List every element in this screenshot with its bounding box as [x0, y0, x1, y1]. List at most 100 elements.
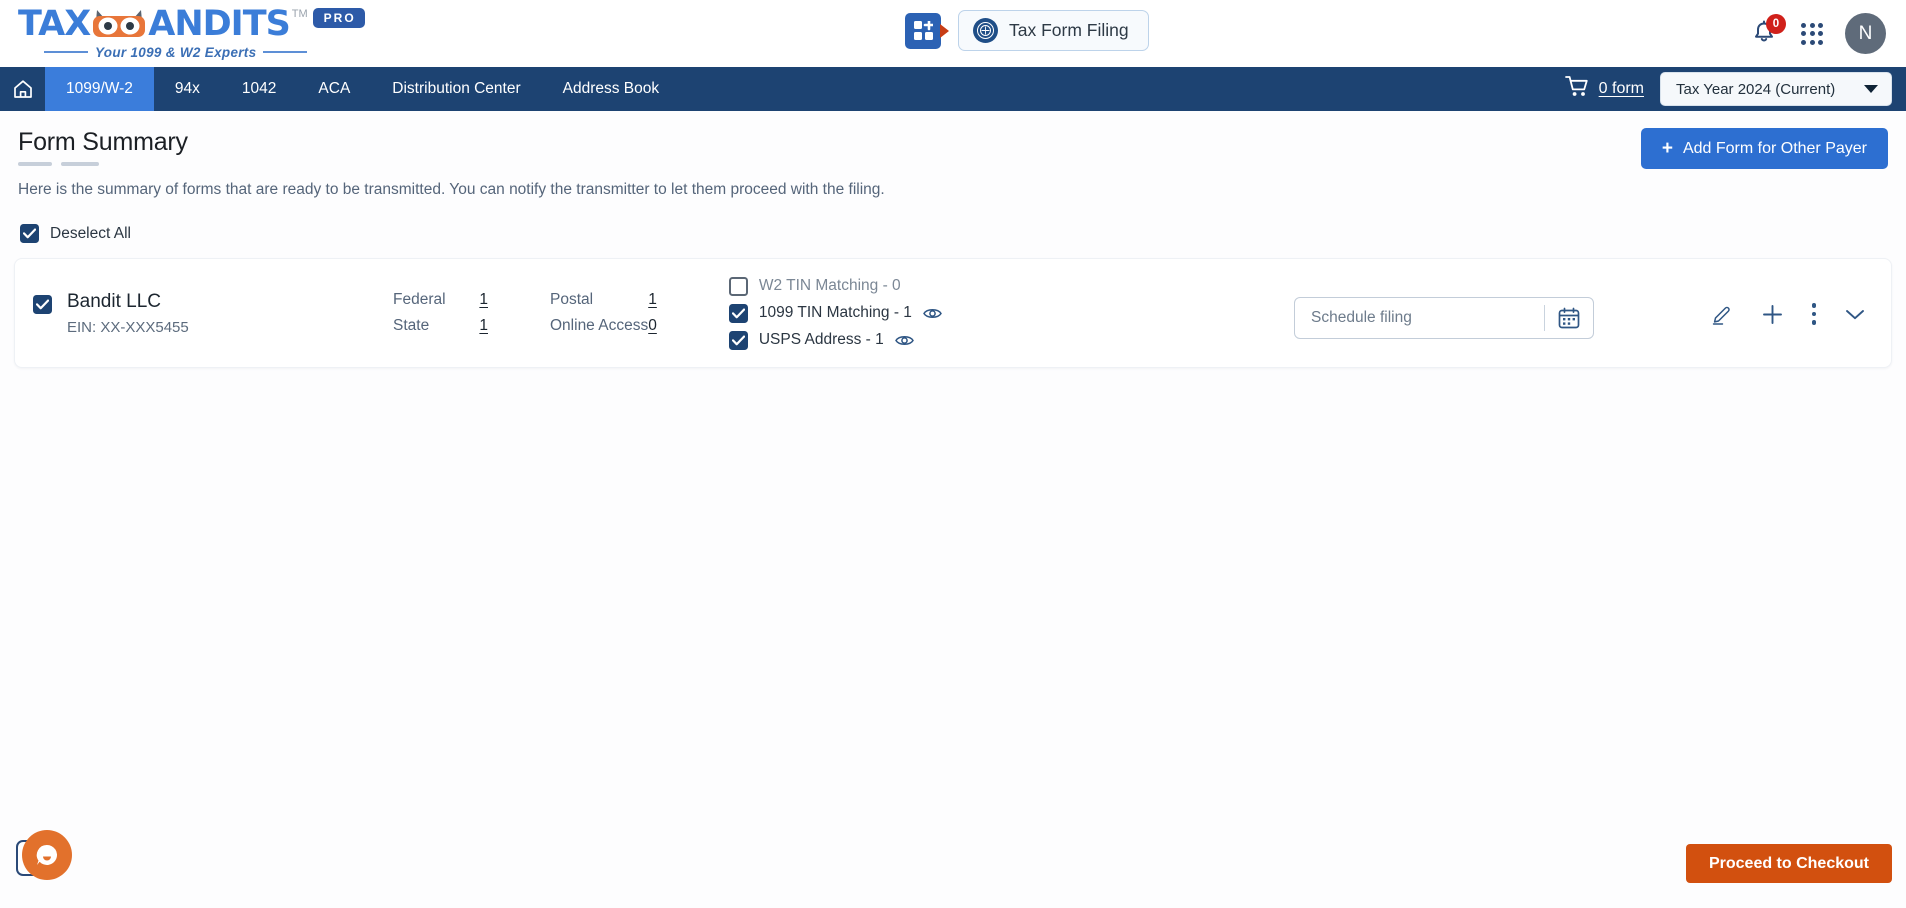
apps-grid-icon[interactable]: [1801, 22, 1823, 45]
notification-count-badge: 0: [1766, 13, 1786, 34]
tagline-rule-left: [44, 51, 88, 53]
pro-badge: PRO: [312, 7, 365, 28]
apps-dot: [1809, 39, 1815, 45]
nav-item-label: 94x: [174, 80, 200, 97]
chat-widget[interactable]: [14, 830, 72, 886]
nav-right-cluster: 0 form Tax Year 2024 (Current): [1564, 67, 1892, 111]
apps-dot: [1818, 22, 1823, 28]
match-row-usps-address[interactable]: USPS Address - 1: [728, 330, 942, 350]
chevron-down-icon: [1864, 85, 1878, 93]
bandit-mask-icon: [91, 7, 147, 41]
plus-icon: +: [1661, 138, 1673, 159]
irs-seal-icon: [973, 18, 998, 43]
count-state: State 1: [393, 317, 488, 335]
count-value[interactable]: 1: [648, 291, 657, 309]
tagline-rule-right: [263, 51, 308, 53]
nav-item-label: Distribution Center: [392, 80, 521, 97]
apps-dot: [1801, 39, 1806, 45]
grid-apps-icon[interactable]: [905, 12, 949, 49]
count-label: Postal: [550, 291, 594, 308]
notification-bell-icon[interactable]: 0: [1751, 13, 1786, 48]
count-value[interactable]: 1: [479, 291, 488, 309]
tagline-text: Your 1099 & W2 Experts: [95, 44, 257, 60]
user-avatar[interactable]: N: [1845, 13, 1886, 54]
deselect-all-checkbox[interactable]: [20, 224, 39, 243]
tin-matching-1099-checkbox[interactable]: [728, 303, 748, 323]
nav-item-1042[interactable]: 1042: [221, 67, 297, 111]
match-row-1099-tin[interactable]: 1099 TIN Matching - 1: [728, 303, 942, 323]
logo-text-bandits: ANDITS: [148, 3, 291, 44]
matching-options: W2 TIN Matching - 0 1099 TIN Matching - …: [728, 276, 942, 350]
count-value[interactable]: 0: [648, 317, 657, 335]
payer-select-checkbox[interactable]: [33, 294, 52, 314]
nav-item-aca[interactable]: ACA: [297, 67, 371, 111]
form-counts-grid: Federal 1 Postal 1 State 1 Online Access…: [393, 291, 657, 335]
cart-link[interactable]: 0 form: [1564, 75, 1644, 103]
deselect-all-label[interactable]: Deselect All: [50, 225, 131, 243]
eye-view-icon[interactable]: [894, 334, 914, 347]
schedule-filing-placeholder: Schedule filing: [1311, 309, 1412, 326]
eye-view-icon[interactable]: [923, 307, 942, 320]
top-header: TAX ANDITS TM PRO Your 1099 & W2 Experts: [0, 0, 1906, 67]
pointer-arrow-icon: [940, 23, 949, 38]
count-value[interactable]: 1: [479, 317, 488, 335]
add-form-other-payer-button[interactable]: + Add Form for Other Payer: [1640, 128, 1888, 169]
match-label: W2 TIN Matching - 0: [758, 277, 901, 294]
more-vertical-icon[interactable]: [1811, 303, 1816, 325]
proceed-to-checkout-button[interactable]: Proceed to Checkout: [1685, 844, 1892, 883]
payer-identity: Bandit LLC EIN: XX-XXX5455: [33, 291, 393, 336]
count-online-access: Online Access 0: [550, 317, 657, 335]
chevron-down-icon[interactable]: [1845, 308, 1865, 321]
nav-item-label: 1099/W-2: [66, 80, 133, 97]
menu-dot: [1811, 320, 1816, 325]
cart-label: 0 form: [1598, 80, 1644, 97]
apps-dot: [1809, 22, 1815, 28]
brand-tagline: Your 1099 & W2 Experts: [44, 45, 365, 60]
usps-address-checkbox[interactable]: [728, 330, 748, 350]
nav-item-94x[interactable]: 94x: [154, 67, 221, 111]
payer-ein: EIN: XX-XXX5455: [67, 318, 189, 336]
page-content: Form Summary + Add Form for Other Payer …: [0, 111, 1906, 908]
nav-item-distribution-center[interactable]: Distribution Center: [371, 67, 541, 111]
count-federal: Federal 1: [393, 291, 488, 309]
header-center-cluster: Tax Form Filing: [905, 10, 1149, 51]
apps-dot: [1801, 22, 1806, 28]
chat-bubble-icon[interactable]: [22, 830, 72, 880]
deselect-all-row[interactable]: Deselect All: [20, 224, 1906, 243]
plus-add-icon[interactable]: [1762, 304, 1783, 325]
tax-form-filing-button[interactable]: Tax Form Filing: [958, 10, 1149, 51]
page-title-block: Form Summary: [18, 128, 188, 166]
tax-form-filing-label: Tax Form Filing: [1009, 20, 1129, 40]
page-description: Here is the summary of forms that are re…: [18, 181, 885, 198]
home-icon[interactable]: [0, 67, 45, 111]
match-label: USPS Address - 1: [758, 331, 884, 348]
title-underline-decoration: [18, 162, 188, 166]
pencil-edit-icon[interactable]: [1712, 304, 1733, 325]
count-postal: Postal 1: [550, 291, 657, 309]
shopping-cart-icon: [1564, 75, 1590, 103]
schedule-filing-field[interactable]: Schedule filing: [1294, 297, 1594, 339]
payer-name: Bandit LLC: [67, 290, 162, 312]
calendar-icon[interactable]: [1545, 307, 1593, 329]
main-navigation: 1099/W-2 94x 1042 ACA Distribution Cente…: [0, 67, 1906, 111]
apps-dot: [1818, 31, 1823, 36]
underline-bar: [18, 162, 52, 166]
add-form-other-payer-label: Add Form for Other Payer: [1682, 139, 1867, 157]
count-label: State: [393, 317, 430, 334]
underline-bar: [61, 162, 99, 166]
w2-tin-matching-checkbox[interactable]: [728, 276, 748, 296]
page-header-row: Form Summary + Add Form for Other Payer: [0, 111, 1906, 169]
match-row-w2-tin[interactable]: W2 TIN Matching - 0: [728, 276, 942, 296]
brand-logo[interactable]: TAX ANDITS TM PRO Your 1099 & W2 Experts: [18, 3, 365, 60]
apps-dot: [1801, 31, 1806, 36]
payer-card: Bandit LLC EIN: XX-XXX5455 Federal 1 Pos…: [14, 258, 1892, 368]
tax-year-select[interactable]: Tax Year 2024 (Current): [1660, 72, 1892, 106]
tax-year-value: Tax Year 2024 (Current): [1676, 80, 1836, 98]
apps-dot: [1809, 31, 1815, 36]
header-right-actions: 0 N: [1751, 0, 1886, 67]
avatar-initial: N: [1858, 22, 1873, 44]
count-label: Online Access: [550, 317, 649, 334]
nav-item-1099-w2[interactable]: 1099/W-2: [45, 67, 154, 111]
nav-item-address-book[interactable]: Address Book: [542, 67, 681, 111]
menu-dot: [1811, 303, 1816, 308]
